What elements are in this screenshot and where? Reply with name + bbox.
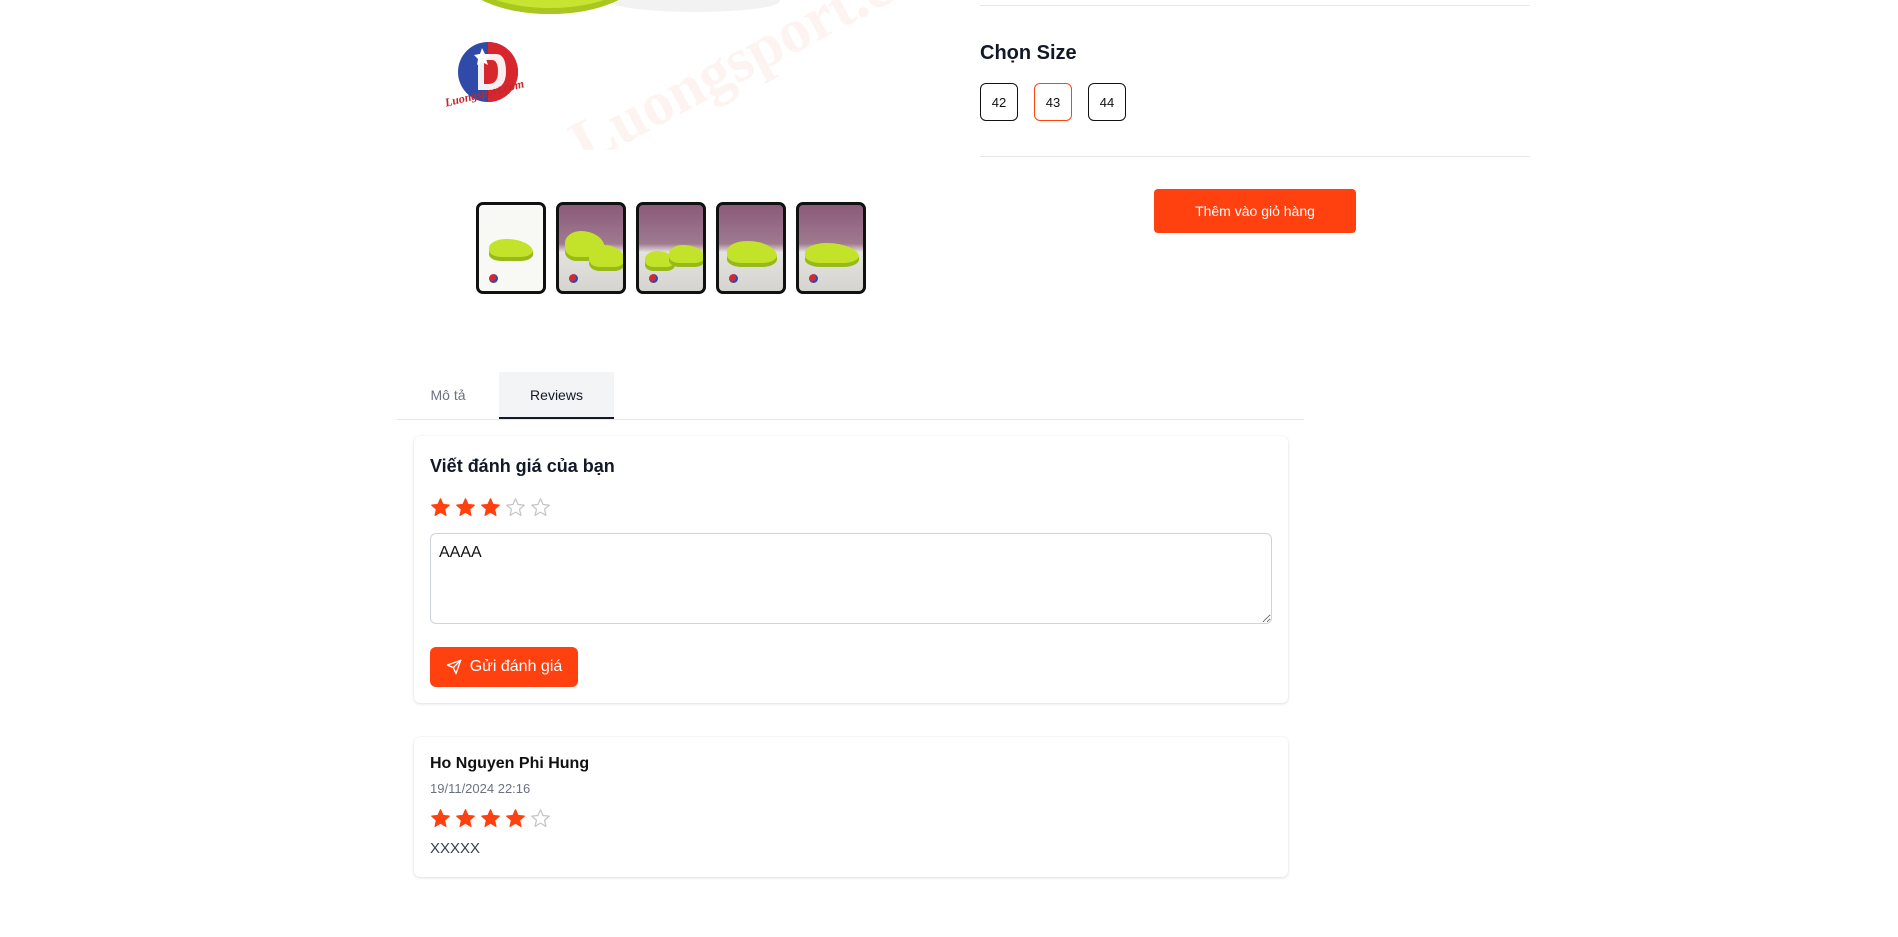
shoe-shadow <box>610 0 780 12</box>
star-filled-icon <box>481 809 500 827</box>
size-options: 42 43 44 <box>980 83 1126 121</box>
add-to-cart-button[interactable]: Thêm vào giỏ hàng <box>1154 189 1356 233</box>
rating-input <box>430 497 551 518</box>
size-option-43[interactable]: 43 <box>1034 83 1072 121</box>
star-empty-icon[interactable] <box>530 497 551 518</box>
thumbnail-5[interactable] <box>796 202 866 294</box>
size-option-44[interactable]: 44 <box>1088 83 1126 121</box>
divider-top <box>980 5 1530 6</box>
size-title: Chọn Size <box>980 42 1077 64</box>
star-filled-icon[interactable] <box>430 497 451 518</box>
review-date: 19/11/2024 22:16 <box>430 781 531 796</box>
tabs-bar: Mô tả Reviews <box>397 372 1304 420</box>
star-filled-icon[interactable] <box>455 497 476 518</box>
submit-review-label: Gửi đánh giá <box>469 658 563 675</box>
thumbnail-list <box>476 202 866 294</box>
thumbnail-4[interactable] <box>716 202 786 294</box>
tab-reviews[interactable]: Reviews <box>499 372 614 419</box>
star-filled-icon <box>506 809 525 827</box>
star-filled-icon[interactable] <box>480 497 501 518</box>
tab-description[interactable]: Mô tả <box>397 372 499 418</box>
review-item: Ho Nguyen Phi Hung 19/11/2024 22:16 XXXX… <box>414 737 1288 877</box>
review-rating <box>430 808 551 829</box>
review-form-card: Viết đánh giá của bạn Gửi đánh giá <box>414 436 1288 703</box>
star-empty-icon <box>531 809 550 827</box>
thumbnail-2[interactable] <box>556 202 626 294</box>
shoe-image <box>460 0 640 14</box>
thumbnail-1[interactable] <box>476 202 546 294</box>
watermark: Luongsport.com <box>559 0 960 150</box>
divider-middle <box>980 156 1530 157</box>
star-empty-icon[interactable] <box>505 497 526 518</box>
review-text: XXXXX <box>430 840 481 857</box>
send-icon <box>446 659 462 675</box>
review-author: Ho Nguyen Phi Hung <box>430 755 590 772</box>
review-textarea[interactable] <box>430 533 1272 624</box>
submit-review-button[interactable]: Gửi đánh giá <box>430 647 578 687</box>
star-filled-icon <box>456 809 475 827</box>
thumbnail-3[interactable] <box>636 202 706 294</box>
product-main-image: Luongsport.com Luongsport.com <box>430 0 960 150</box>
size-option-42[interactable]: 42 <box>980 83 1018 121</box>
star-filled-icon <box>431 809 450 827</box>
review-form-title: Viết đánh giá của bạn <box>430 456 615 476</box>
